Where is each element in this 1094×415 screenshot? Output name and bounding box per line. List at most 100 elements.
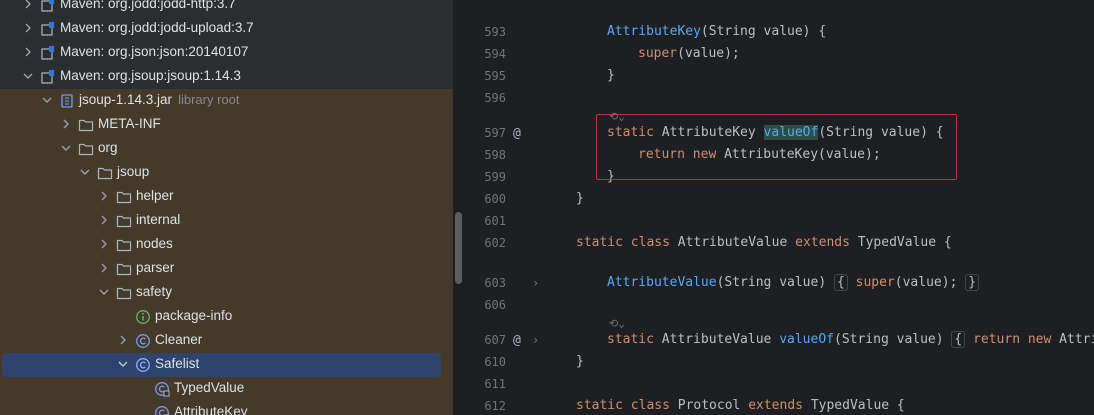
tree-item-label: Safelist	[155, 356, 200, 371]
constructor-name: AttributeValue	[607, 275, 717, 290]
chevron-right-icon[interactable]	[98, 262, 110, 274]
code-editor[interactable]: 593 AttributeKey(String value) { 594 sup…	[466, 0, 1094, 415]
line-number: 595	[484, 69, 506, 83]
code-fragment: AttributeValue	[669, 235, 796, 250]
tree-row-jsoup-package[interactable]: jsoup	[0, 161, 453, 185]
class-icon	[136, 334, 150, 348]
tree-row-safety[interactable]: safety	[0, 281, 453, 305]
chevron-right-icon[interactable]	[98, 214, 110, 226]
code-fragment: (String value)	[834, 332, 944, 347]
line-number: 610	[484, 355, 506, 369]
folded-region-open[interactable]: {	[833, 274, 848, 291]
chevron-right-icon[interactable]	[22, 46, 34, 58]
keyword: extends	[748, 398, 803, 413]
line-number: 593	[484, 25, 506, 39]
tree-row-nodes[interactable]: nodes	[0, 233, 453, 257]
method-name: valueOf	[779, 332, 834, 347]
tree-row-safelist[interactable]: Safelist	[0, 353, 453, 377]
tree-item-label: helper	[136, 188, 174, 203]
tree-row-typedvalue[interactable]: TypedValue	[0, 377, 453, 401]
tree-row-attributekey[interactable]: AttributeKey	[0, 401, 453, 415]
folder-icon	[78, 143, 94, 156]
project-tree-panel: Maven: org.jodd:jodd-http:3.7 Maven: org…	[0, 0, 453, 415]
code-line: 596	[466, 89, 1094, 109]
class-icon	[136, 358, 150, 372]
tree-row-org[interactable]: org	[0, 137, 453, 161]
chevron-down-icon[interactable]	[79, 166, 91, 178]
chevron-right-icon[interactable]	[98, 238, 110, 250]
override-gutter-icon[interactable]: @	[513, 126, 521, 141]
code-fragment: (String value) {	[700, 24, 827, 39]
code-text: }	[576, 354, 584, 369]
code-fragment: AttributeValue	[653, 332, 780, 347]
keyword: static class	[576, 398, 670, 413]
tree-item-label: internal	[136, 212, 181, 227]
code-line: 595 }	[466, 67, 1094, 87]
tree-item-label: AttributeKey	[174, 404, 248, 415]
code-line: 612 static class Protocol extends TypedV…	[466, 397, 1094, 415]
tree-row-jodd-upload[interactable]: Maven: org.jodd:jodd-upload:3.7	[0, 17, 453, 41]
code-line: 606	[466, 296, 1094, 316]
tree-row-json[interactable]: Maven: org.json:json:20140107	[0, 41, 453, 65]
folded-region-open[interactable]: {	[951, 331, 966, 348]
tree-row-jsoup-maven[interactable]: Maven: org.jsoup:jsoup:1.14.3	[0, 65, 453, 89]
fold-chevron-icon[interactable]: ›	[532, 333, 539, 347]
line-number: 599	[484, 170, 506, 184]
annotation-highlight-box	[596, 114, 957, 180]
fold-chevron-icon[interactable]: ›	[532, 276, 539, 290]
keyword: static class	[576, 235, 670, 250]
code-text: static AttributeValue valueOf(String val…	[607, 331, 1094, 348]
chevron-down-icon[interactable]	[117, 358, 129, 370]
tree-row-jsoup-jar[interactable]: jsoup-1.14.3.jar library root	[0, 89, 453, 113]
chevron-down-icon[interactable]	[22, 70, 34, 82]
library-root-hint: library root	[178, 92, 240, 107]
code-fragment: TypedValue {	[849, 235, 952, 250]
override-gutter-icon[interactable]: @	[513, 333, 521, 348]
chevron-right-icon[interactable]	[60, 118, 72, 130]
code-line: 602 static class AttributeValue extends …	[466, 234, 1094, 254]
folder-icon	[116, 191, 132, 204]
code-fragment: (value);	[677, 46, 740, 61]
keyword: super	[855, 275, 895, 290]
chevron-right-icon[interactable]	[22, 22, 34, 34]
line-number: 598	[484, 148, 506, 162]
tree-row-internal[interactable]: internal	[0, 209, 453, 233]
tree-item-label: META-INF	[98, 116, 161, 131]
code-fragment: Protocol	[669, 398, 749, 413]
keyword: extends	[795, 235, 850, 250]
tree-item-label: TypedValue	[174, 380, 245, 395]
folded-region-close[interactable]: }	[965, 274, 980, 291]
tree-row-jodd-http[interactable]: Maven: org.jodd:jodd-http:3.7	[0, 0, 453, 17]
code-fragment: TypedValue {	[803, 398, 905, 413]
usages-inlay-hint[interactable]: ⟲⌄	[609, 317, 625, 330]
chevron-right-icon[interactable]	[22, 0, 34, 10]
folder-icon	[116, 239, 132, 252]
chevron-down-icon[interactable]	[41, 94, 53, 106]
tree-scrollbar[interactable]	[455, 212, 462, 284]
tree-row-package-info[interactable]: package-info	[0, 305, 453, 329]
tree-item-label: Maven: org.jodd:jodd-upload:3.7	[60, 20, 254, 35]
folder-icon	[116, 263, 132, 276]
code-text: super(value);	[638, 46, 740, 61]
line-number: 612	[484, 399, 506, 413]
chevron-right-icon[interactable]	[98, 190, 110, 202]
line-number: 603	[484, 276, 506, 290]
code-text: }	[576, 191, 584, 206]
chevron-down-icon[interactable]	[60, 142, 72, 154]
keyword: static	[607, 332, 654, 347]
code-fragment: Attrib	[1059, 332, 1094, 347]
line-number: 596	[484, 91, 506, 105]
code-line: 600 }	[466, 190, 1094, 210]
code-line: 601	[466, 212, 1094, 232]
tree-row-helper[interactable]: helper	[0, 185, 453, 209]
tree-item-label: nodes	[136, 236, 173, 251]
tree-row-cleaner[interactable]: Cleaner	[0, 329, 453, 353]
tree-item-label: package-info	[155, 308, 233, 323]
tree-row-parser[interactable]: parser	[0, 257, 453, 281]
code-text: }	[607, 68, 615, 83]
tree-row-meta-inf[interactable]: META-INF	[0, 113, 453, 137]
chevron-right-icon[interactable]	[117, 334, 129, 346]
keyword: super	[638, 46, 678, 61]
chevron-down-icon[interactable]	[98, 286, 110, 298]
code-line: 607 @ › static AttributeValue valueOf(St…	[466, 331, 1094, 351]
